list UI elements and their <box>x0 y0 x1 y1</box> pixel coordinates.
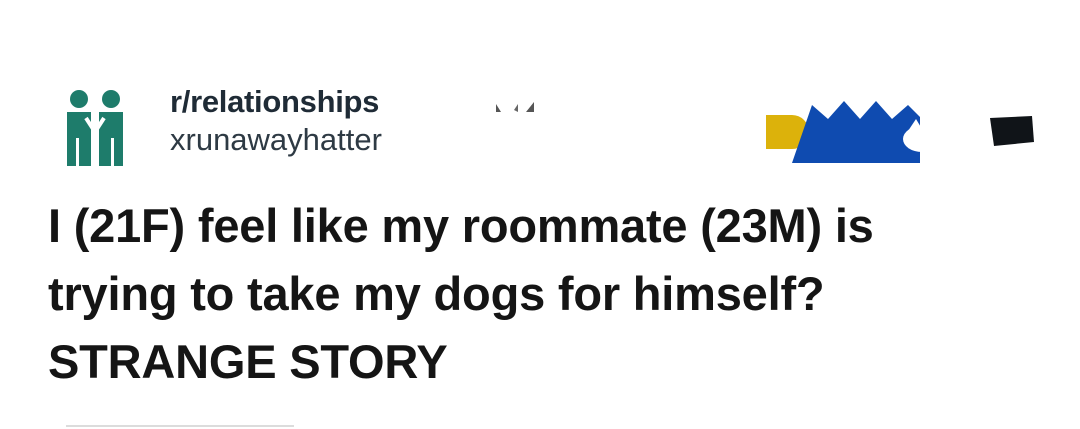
title-line: I (21F) feel like my roommate (23M) is <box>48 199 874 252</box>
author-username[interactable]: xrunawayhatter <box>170 120 382 160</box>
title-line: STRANGE STORY <box>48 335 448 388</box>
partial-icon <box>496 102 534 112</box>
two-people-icon[interactable] <box>64 88 126 168</box>
post-header: r/relationships xrunawayhatter <box>170 82 382 160</box>
subreddit-name[interactable]: r/relationships <box>170 82 382 122</box>
crown-award-icon <box>792 101 950 163</box>
post-card[interactable]: r/relationships xrunawayhatter I (21F) f… <box>0 0 1080 429</box>
awards-row[interactable] <box>762 93 952 163</box>
divider <box>66 425 294 427</box>
post-title[interactable]: I (21F) feel like my roommate (23M) is t… <box>48 192 1048 396</box>
dark-badge-icon <box>990 116 1034 146</box>
title-line: trying to take my dogs for himself? <box>48 267 825 320</box>
